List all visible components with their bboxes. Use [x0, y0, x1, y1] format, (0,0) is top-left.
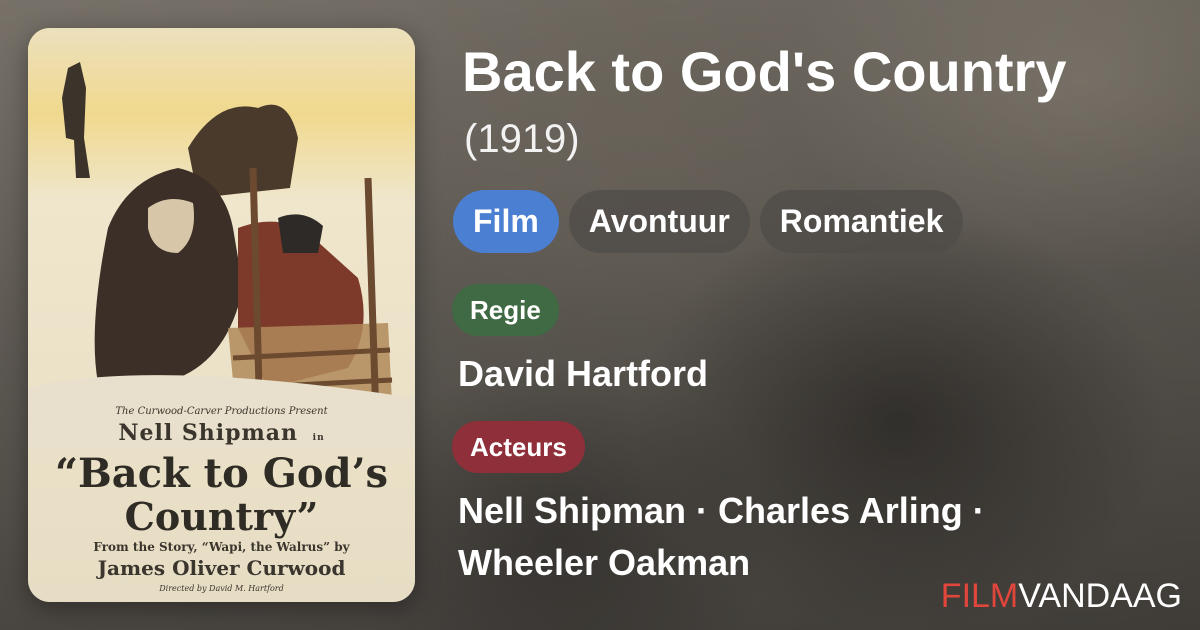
brand-logo[interactable]: FILMVANDAAG — [941, 576, 1182, 616]
poster-title-line2: Country” — [124, 494, 319, 539]
actors-line-1[interactable]: Nell Shipman · Charles Arling · — [458, 485, 1158, 537]
genre-chip-film[interactable]: Film — [453, 190, 559, 253]
movie-poster: The Curwood-Carver Productions Present N… — [28, 28, 415, 602]
poster-star-name: Nell Shipman — [118, 420, 298, 446]
director-label: Regie — [452, 284, 559, 336]
genre-chip-romantiek[interactable]: Romantiek — [759, 190, 964, 253]
poster-title-line1: “Back to God’s — [54, 450, 389, 497]
poster-story-credit: From the Story, “Wapi, the Walrus” by — [93, 540, 350, 554]
poster-director-credit: Directed by David M. Hartford — [159, 584, 284, 593]
genre-list: Film Avontuur Romantiek — [453, 190, 964, 253]
director-name[interactable]: David Hartford — [458, 352, 708, 396]
poster-star-in: in — [312, 433, 325, 443]
brand-logo-part2: VANDAAG — [1018, 577, 1182, 615]
actors-label: Acteurs — [452, 421, 585, 473]
poster-presents: The Curwood-Carver Productions Present — [115, 406, 328, 417]
brand-logo-part1: FILM — [940, 577, 1019, 615]
poster-star: Nell Shipman in — [68, 420, 375, 446]
poster-author: James Oliver Curwood — [97, 556, 346, 580]
movie-year: (1919) — [464, 117, 580, 161]
movie-title: Back to God's Country — [462, 40, 1067, 103]
genre-chip-avontuur[interactable]: Avontuur — [568, 190, 750, 253]
actors-list: Nell Shipman · Charles Arling · Wheeler … — [458, 485, 1158, 589]
